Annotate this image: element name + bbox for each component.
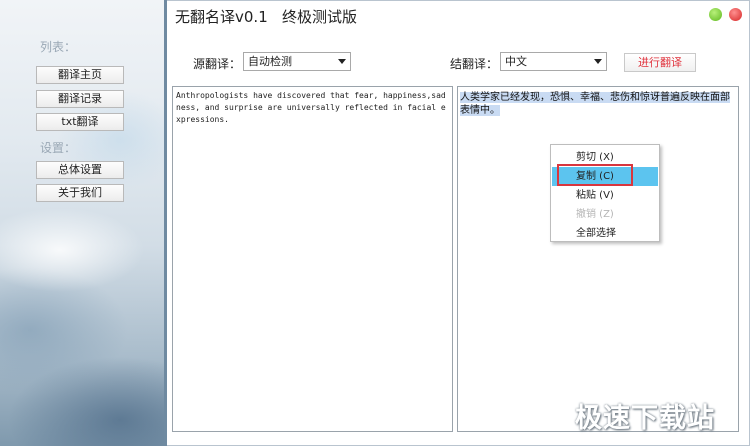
watermark-text: 极速下载站 (575, 403, 715, 434)
target-text-area[interactable]: 人类学家已经发现，恐惧、幸福、悲伤和惊讶普遍反映在面部表情中。 (457, 86, 739, 432)
close-button[interactable] (729, 8, 742, 21)
context-menu-paste[interactable]: 粘贴 (V) (552, 186, 658, 205)
minimize-button[interactable] (709, 8, 722, 21)
source-language-label: 源翻译： (193, 57, 242, 71)
sidebar-item-txt-translate[interactable]: txt翻译 (36, 113, 124, 131)
target-language-value: 中文 (505, 55, 527, 68)
sidebar-divider (164, 0, 167, 446)
sidebar-item-translate-home[interactable]: 翻译主页 (36, 66, 124, 84)
context-menu-cut[interactable]: 剪切 (X) (552, 148, 658, 167)
context-menu-copy[interactable]: 复制 (C) (552, 167, 658, 186)
sidebar-item-translate-history[interactable]: 翻译记录 (36, 90, 124, 108)
settings-section-label: 设置： (40, 141, 77, 155)
translate-button[interactable]: 进行翻译 (624, 53, 696, 72)
source-language-select[interactable]: 自动检测 (243, 52, 351, 71)
list-section-label: 列表： (40, 40, 77, 54)
source-text-area[interactable]: Anthropologists have discovered that fea… (172, 86, 453, 432)
sidebar-item-about-us[interactable]: 关于我们 (36, 184, 124, 202)
target-language-label: 结翻译： (450, 57, 499, 71)
source-language-value: 自动检测 (248, 55, 292, 68)
target-text: 人类学家已经发现，恐惧、幸福、悲伤和惊讶普遍反映在面部表情中。 (460, 92, 730, 116)
chevron-down-icon (338, 59, 346, 64)
chevron-down-icon (594, 59, 602, 64)
source-text: Anthropologists have discovered that fea… (176, 91, 446, 124)
context-menu-undo: 撤销 (Z) (576, 209, 614, 220)
context-menu-select-all[interactable]: 全部选择 (552, 224, 658, 243)
target-language-select[interactable]: 中文 (500, 52, 607, 71)
sidebar: 列表： 翻译主页 翻译记录 txt翻译 设置： 总体设置 关于我们 (0, 0, 166, 446)
sidebar-item-general-settings[interactable]: 总体设置 (36, 161, 124, 179)
window-title: 无翻名译v0.1 终极测试版 (175, 8, 358, 26)
context-menu: 剪切 (X) 复制 (C) 粘贴 (V) 撤销 (Z) 全部选择 (550, 144, 660, 242)
